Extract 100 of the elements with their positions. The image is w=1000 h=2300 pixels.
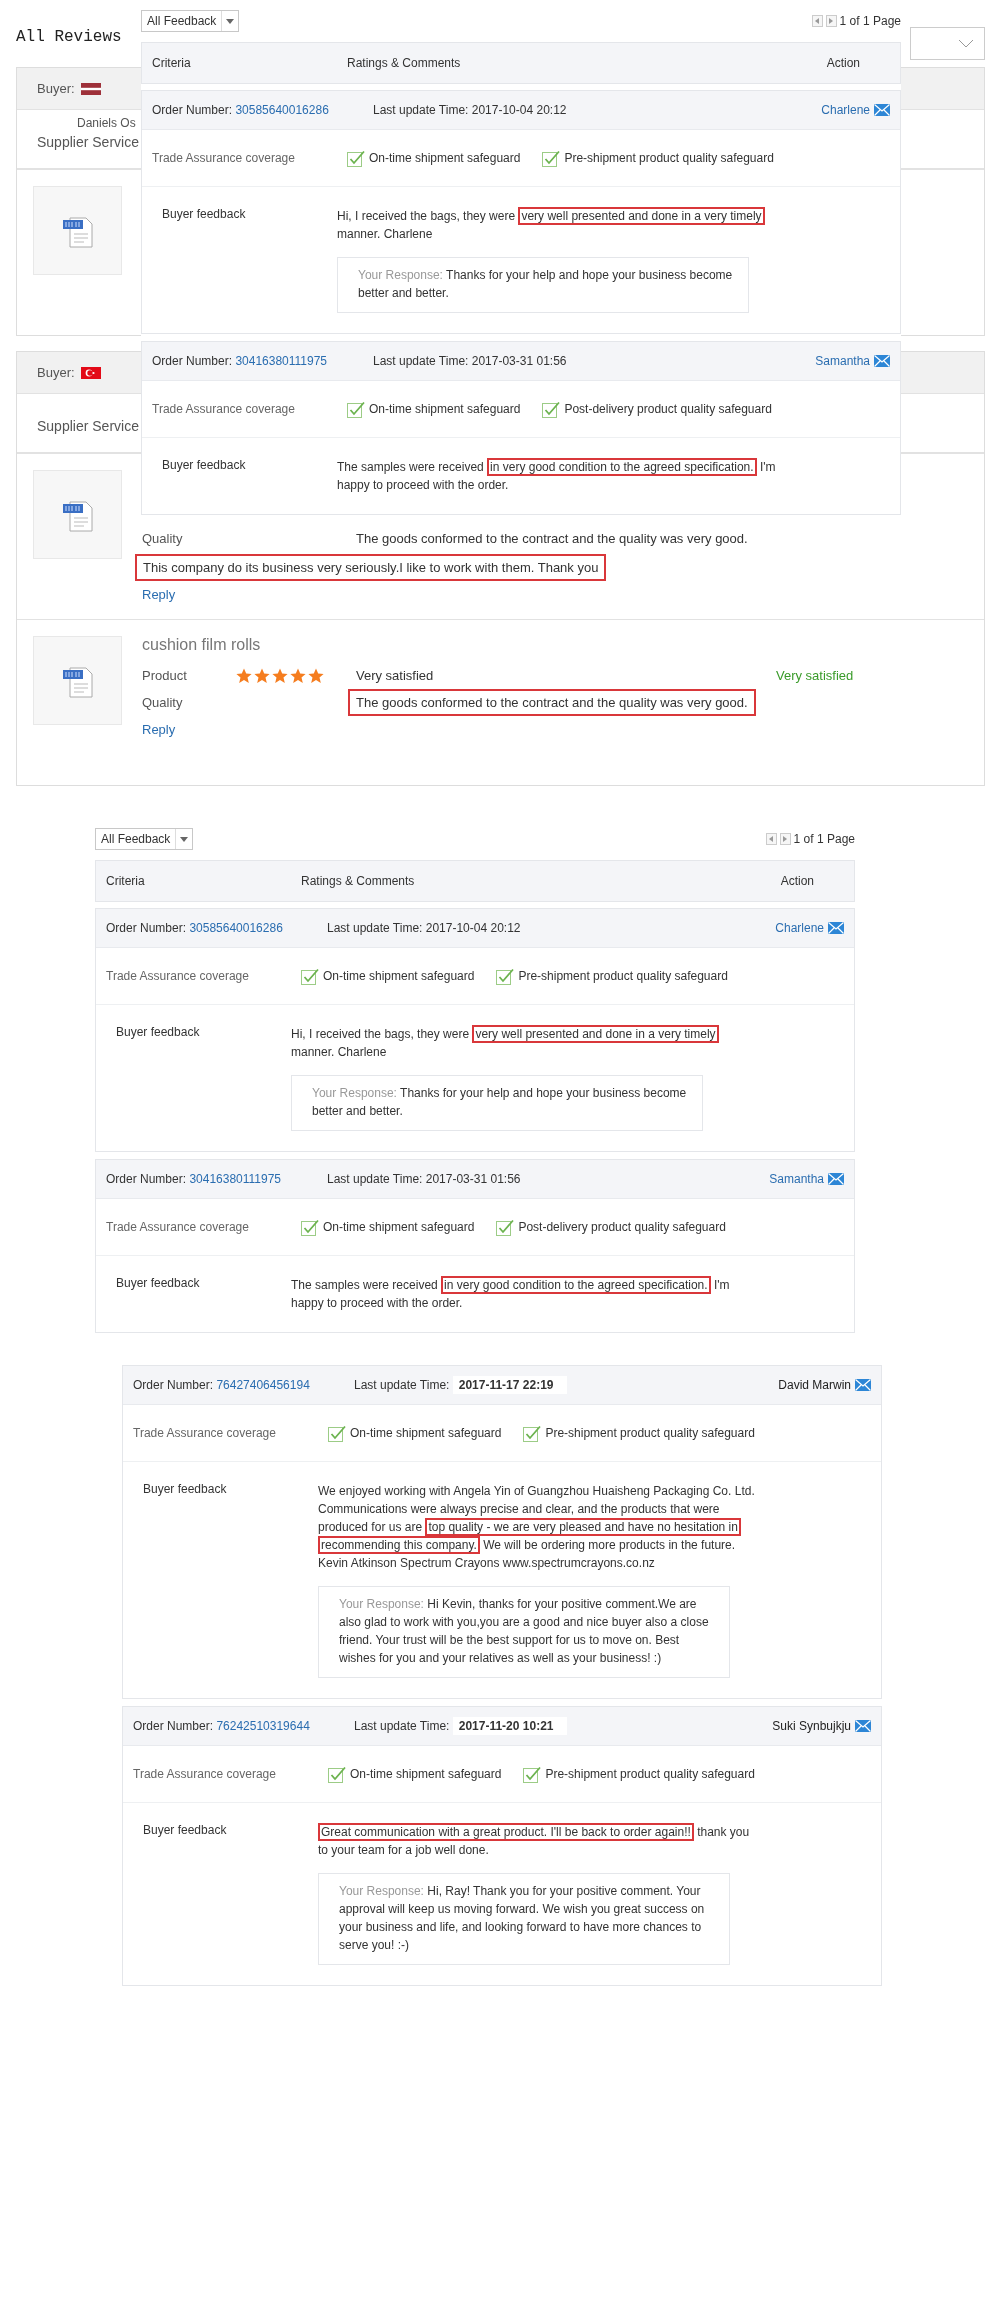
criteria-label: Product xyxy=(142,668,188,683)
previous-page-button[interactable] xyxy=(765,833,777,845)
criteria-label: Quality xyxy=(142,695,184,710)
rating-comment: The goods conformed to the contract and the quality was very good. xyxy=(356,531,749,546)
caret-left-icon xyxy=(769,836,774,842)
feedback-label: Buyer feedback xyxy=(162,207,247,223)
chevron-down-icon xyxy=(958,39,974,48)
coverage-label: Trade Assurance coverage xyxy=(152,402,296,416)
review-comment: This company do its business very seriously.I like to work with them. Thank you xyxy=(135,554,607,581)
reply-link[interactable]: Reply xyxy=(142,722,176,737)
column-header: Criteria xyxy=(152,56,192,70)
caret-left-icon xyxy=(815,18,820,24)
next-page-button[interactable] xyxy=(779,833,791,845)
coverage-label: Trade Assurance coverage xyxy=(133,1426,277,1440)
order-number: Order Number: 76427406456194 xyxy=(133,1378,311,1392)
reply-link[interactable]: Reply xyxy=(142,587,176,602)
envelope-icon[interactable] xyxy=(828,922,844,934)
safeguard-label: Pre-shipment product quality safeguard xyxy=(564,151,774,165)
safeguard-label: Pre-shipment product quality safeguard xyxy=(545,1426,755,1440)
update-time: Last update Time: 2017-11-17 22:19 xyxy=(354,1378,779,1392)
caret-icon xyxy=(180,836,189,842)
coverage-label: Trade Assurance coverage xyxy=(133,1767,277,1781)
rating-comment: The goods conformed to the contract and the quality was very good. xyxy=(348,689,756,716)
order-number: Order Number: 30585640016286 xyxy=(106,921,284,935)
envelope-icon[interactable] xyxy=(828,1173,844,1185)
coverage-label: Trade Assurance coverage xyxy=(106,1220,250,1234)
safeguard-label: On-time shipment safeguard xyxy=(369,151,521,165)
safeguard-label: Post-delivery product quality safeguard xyxy=(518,1220,726,1234)
safeguard-label: On-time shipment safeguard xyxy=(323,1220,475,1234)
response-box: Your Response: Thanks for your help and hope your business become better and better. xyxy=(337,257,749,313)
feedback-label: Buyer feedback xyxy=(116,1025,201,1041)
column-header: Action xyxy=(780,874,814,888)
page-indicator: 1 of 1 Page xyxy=(793,832,855,846)
rating-comment: Very satisfied xyxy=(356,668,435,683)
buyer-name-link[interactable]: Samantha xyxy=(769,1172,824,1186)
product-name: cushion film rolls xyxy=(142,636,262,654)
feedback-label: Buyer feedback xyxy=(143,1823,228,1839)
caret-right-icon xyxy=(829,18,834,24)
buyer-name-link[interactable]: Samantha xyxy=(815,354,870,368)
filter-dropdown[interactable]: All Feedback xyxy=(95,828,194,850)
order-number: Order Number: 76242510319644 xyxy=(133,1719,311,1733)
service-label: Supplier Service xyxy=(37,134,139,150)
flag-icon xyxy=(80,82,101,95)
criteria-label: Quality xyxy=(142,531,184,546)
buyer-name-link[interactable]: Charlene xyxy=(775,921,824,935)
next-page-button[interactable] xyxy=(825,15,837,27)
buyer-name-link[interactable]: Suki Synbujkju xyxy=(772,1719,851,1733)
service-label: Supplier Service xyxy=(37,417,139,434)
safeguard-label: Pre-shipment product quality safeguard xyxy=(518,969,728,983)
feedback-label: Buyer feedback xyxy=(162,458,247,474)
update-time: Last update Time: 2017-11-20 10:21 xyxy=(354,1719,773,1733)
safeguard-label: Pre-shipment product quality safeguard xyxy=(545,1767,755,1781)
buyer-label: Buyer: xyxy=(37,81,75,96)
safeguard-label: On-time shipment safeguard xyxy=(323,969,475,983)
coverage-label: Trade Assurance coverage xyxy=(152,151,296,165)
feedback-text: We enjoyed working with Angela Yin of Guangzhou Huaisheng Packaging Co. Ltd. Communications were always precise and clear, and the products that were produced for us are top quality - we are very pleased and have no hesitation in recommending this company. We will be ordering more products in the future. Kevin Atkinson Spectrum Crayons www.spectrumcrayons.co.nz xyxy=(318,1483,756,1572)
column-header: Ratings & Comments xyxy=(347,56,462,70)
safeguard-label: On-time shipment safeguard xyxy=(369,402,521,416)
safeguard-label: On-time shipment safeguard xyxy=(350,1426,502,1440)
buyer-name-link[interactable]: Charlene xyxy=(821,103,870,117)
buyer-name-link[interactable]: David Marwin xyxy=(778,1378,851,1392)
envelope-icon[interactable] xyxy=(874,355,890,367)
response-box: Your Response: Hi, Ray! Thank you for your positive comment. Your approval will keep us moving forward. We wish you great success on your business and life, and looking forward to have more chances to serve you! :-) xyxy=(318,1873,730,1965)
filter-dropdown[interactable]: All Feedback xyxy=(141,10,240,32)
update-time: Last update Time: 2017-10-04 20:12 xyxy=(373,103,568,117)
update-time: Last update Time: 2017-10-04 20:12 xyxy=(327,921,522,935)
order-number: Order Number: 30585640016286 xyxy=(152,103,330,117)
envelope-icon[interactable] xyxy=(874,104,890,116)
page-title: All Reviews xyxy=(16,28,122,46)
feedback-label: Buyer feedback xyxy=(143,1482,228,1498)
feedback-label: Buyer feedback xyxy=(116,1276,201,1292)
previous-page-button[interactable] xyxy=(811,15,823,27)
star-icon xyxy=(308,667,324,684)
envelope-icon[interactable] xyxy=(855,1379,871,1391)
column-header: Ratings & Comments xyxy=(301,874,416,888)
update-time: Last update Time: 2017-03-31 01:56 xyxy=(327,1172,522,1186)
star-icon xyxy=(272,667,288,684)
column-header: Criteria xyxy=(106,874,146,888)
page-indicator: 1 of 1 Page xyxy=(839,14,901,28)
order-number: Order Number: 30416380111975 xyxy=(106,1172,283,1186)
star-icon xyxy=(236,667,252,684)
feedback-text: Great communication with a great product. I'll be back to order again!! thank you to your team for a job well done. xyxy=(318,1823,751,1859)
update-time: Last update Time: 2017-03-31 01:56 xyxy=(373,354,568,368)
coverage-label: Trade Assurance coverage xyxy=(106,969,250,983)
buyer-label: Buyer: xyxy=(37,365,75,380)
safeguard-label: Post-delivery product quality safeguard xyxy=(564,402,772,416)
caret-right-icon xyxy=(783,836,788,842)
caret-icon xyxy=(226,18,235,24)
feedback-text: The samples were received in very good condition to the agreed specification. I'm happy to proceed with the order. xyxy=(291,1276,731,1312)
order-number: Order Number: 30416380111975 xyxy=(152,354,329,368)
buyer-name: Daniels Os xyxy=(76,116,137,132)
star-icon xyxy=(254,667,270,684)
rating-verdict: Very satisfied xyxy=(776,668,854,683)
feedback-text: Hi, I received the bags, they were very well presented and done in a very timely manner. Charlene xyxy=(291,1025,731,1061)
flag-icon xyxy=(80,366,101,379)
star-icon xyxy=(290,667,306,684)
response-box: Your Response: Thanks for your help and hope your business become better and better. xyxy=(291,1075,703,1131)
envelope-icon[interactable] xyxy=(855,1720,871,1732)
safeguard-label: On-time shipment safeguard xyxy=(350,1767,502,1781)
feedback-text: The samples were received in very good condition to the agreed specification. I'm happy to proceed with the order. xyxy=(337,458,777,494)
